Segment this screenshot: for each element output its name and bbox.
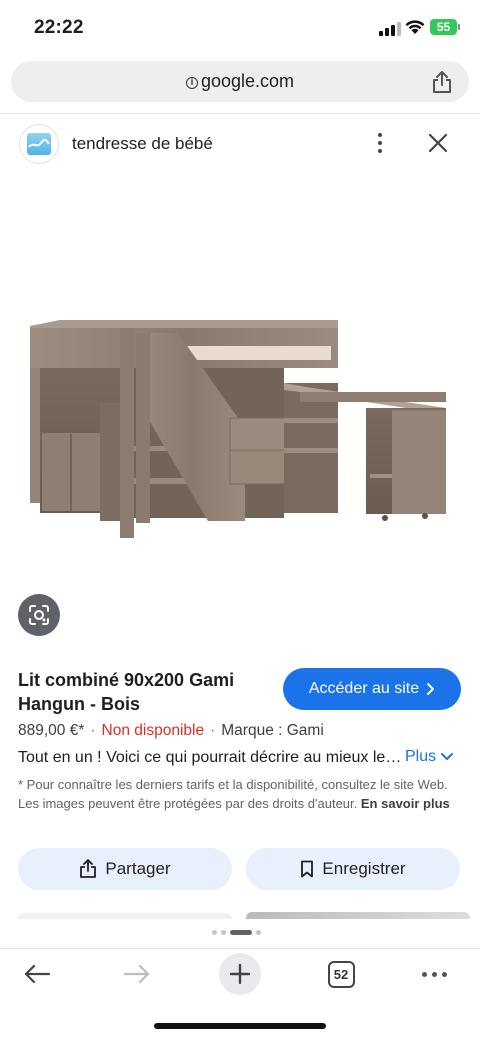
site-logo-icon xyxy=(27,133,51,155)
product-image[interactable] xyxy=(0,178,480,578)
save-label: Enregistrer xyxy=(322,859,406,878)
product-price: 889,00 €* xyxy=(18,722,85,739)
site-name[interactable]: tendresse de bébé xyxy=(72,134,213,154)
tab-count: 52 xyxy=(327,960,355,988)
separator-dot: · xyxy=(210,722,216,739)
divider xyxy=(0,113,480,114)
product-description: Tout en un ! Voici ce qui pourrait décri… xyxy=(18,749,402,766)
close-icon[interactable] xyxy=(427,132,449,154)
plus-icon xyxy=(229,963,251,985)
wifi-icon xyxy=(405,20,425,34)
status-bar: 22:22 55 xyxy=(0,0,480,56)
site-logo xyxy=(19,124,59,164)
lens-icon xyxy=(29,605,49,625)
more-button[interactable]: Plus xyxy=(405,748,454,766)
battery-tip xyxy=(458,24,460,30)
back-button[interactable] xyxy=(20,956,54,992)
forward-button[interactable] xyxy=(120,956,154,992)
chevron-down-icon xyxy=(441,753,454,760)
share-icon[interactable] xyxy=(431,70,453,94)
product-title: Lit combiné 90x200 Gami Hangun - Bois xyxy=(18,670,235,714)
status-time: 22:22 xyxy=(34,17,84,38)
menu-more-icon[interactable] xyxy=(418,956,450,992)
back-arrow-icon xyxy=(24,964,51,984)
carousel-indicator xyxy=(212,930,261,935)
signal-icon xyxy=(379,22,401,36)
share-label: Partager xyxy=(105,859,171,878)
battery-icon: 55 xyxy=(430,19,457,35)
visit-site-label: Accéder au site xyxy=(308,680,420,697)
chevron-right-icon xyxy=(427,683,435,695)
separator-dot: · xyxy=(90,722,96,739)
learn-more-link[interactable]: En savoir plus xyxy=(361,796,450,811)
address-bar[interactable]: i google.com xyxy=(11,61,469,102)
product-brand: Marque : Gami xyxy=(221,722,324,739)
new-tab-button[interactable] xyxy=(219,953,261,995)
disclaimer: * Pour connaître les derniers tarifs et … xyxy=(18,775,458,813)
share-icon xyxy=(80,859,97,878)
url-text: google.com xyxy=(200,71,295,91)
share-button[interactable]: Partager xyxy=(18,848,232,890)
home-indicator[interactable] xyxy=(154,1023,326,1029)
visit-site-button[interactable]: Accéder au site xyxy=(283,668,461,710)
lens-button[interactable] xyxy=(18,594,60,636)
more-options-icon[interactable] xyxy=(378,133,382,157)
forward-arrow-icon xyxy=(123,964,150,984)
product-meta: 889,00 €* · Non disponible · Marque : Gami xyxy=(18,722,324,740)
related-card-peek[interactable] xyxy=(18,913,232,919)
tab-switcher-button[interactable]: 52 xyxy=(326,956,356,992)
related-card-peek[interactable] xyxy=(246,912,470,919)
divider xyxy=(0,948,480,949)
more-label: Plus xyxy=(405,748,437,765)
save-button[interactable]: Enregistrer xyxy=(246,848,460,890)
availability-status: Non disponible xyxy=(101,722,205,739)
bookmark-icon xyxy=(301,860,314,878)
site-info-icon[interactable]: i xyxy=(185,77,198,89)
url-display[interactable]: i google.com xyxy=(11,71,469,92)
